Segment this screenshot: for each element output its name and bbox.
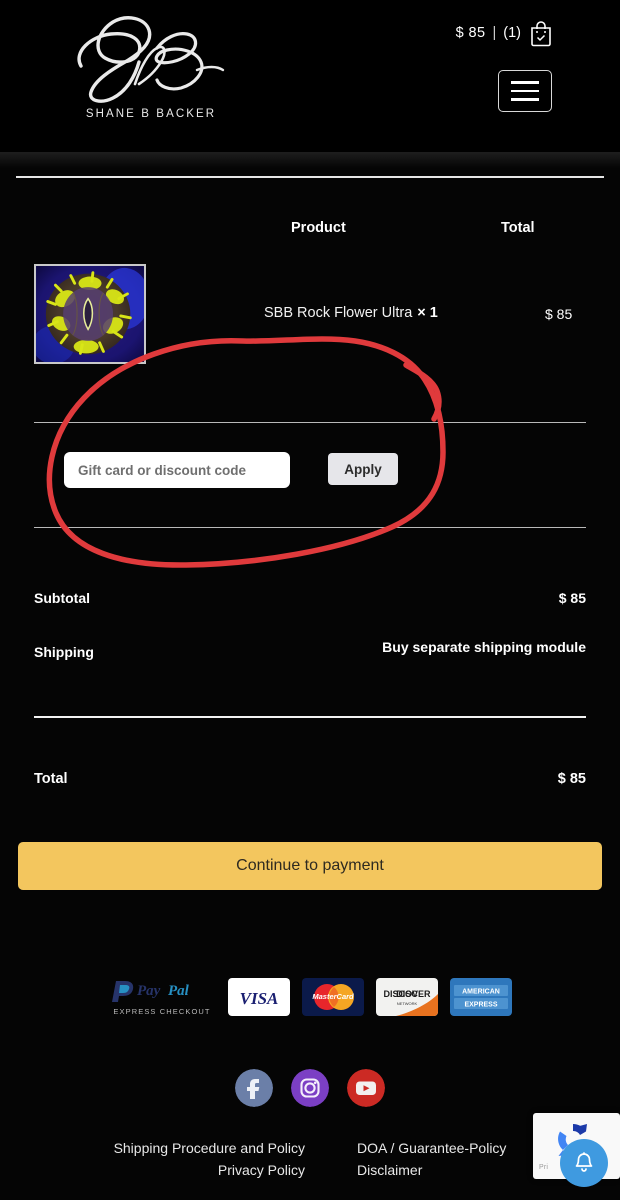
sbb-monogram-icon (77, 16, 225, 103)
discover-card-badge: DISC DISCOVER NETWORK (376, 978, 438, 1016)
shipping-label: Shipping (34, 644, 94, 660)
paypal-sublabel: EXPRESS CHECKOUT (113, 1007, 211, 1016)
youtube-link[interactable] (347, 1069, 385, 1107)
footer-column-right: DOA / Guarantee-Policy Disclaimer (357, 1140, 506, 1178)
paypal-express-checkout-badge[interactable]: Pay Pal EXPRESS CHECKOUT (108, 978, 216, 1016)
cart-summary[interactable]: $ 85 | (1) (456, 19, 554, 47)
paypal-icon: Pay Pal (112, 981, 190, 1002)
instagram-link[interactable] (291, 1069, 329, 1107)
total-label: Total (34, 771, 68, 787)
svg-text:NETWORK: NETWORK (397, 1001, 418, 1006)
menu-line-1 (511, 81, 539, 84)
cart-count: (1) (503, 25, 521, 41)
footer-link-shipping-policy[interactable]: Shipping Procedure and Policy (114, 1140, 305, 1156)
discount-code-input[interactable] (64, 452, 290, 488)
facebook-icon (235, 1069, 273, 1107)
subtotal-label: Subtotal (34, 590, 90, 606)
recaptcha-label: Pri (539, 1164, 549, 1171)
column-header-product: Product (291, 220, 346, 236)
subtotal-value: $ 85 (558, 590, 586, 606)
coral-product-thumbnail (36, 266, 144, 362)
logo-wordmark: SHANE B BACKER (85, 108, 217, 120)
cart-item-title: SBB Rock Flower Ultra (264, 305, 413, 321)
footer-link-disclaimer[interactable]: Disclaimer (357, 1162, 506, 1178)
cart-item-total: $ 85 (545, 306, 573, 322)
footer-links: Shipping Procedure and Policy Privacy Po… (0, 1140, 620, 1178)
amex-card-badge: AMERICAN EXPRESS (450, 978, 512, 1016)
mastercard-card-badge: MasterCard (302, 978, 364, 1016)
footer-link-privacy-policy[interactable]: Privacy Policy (114, 1162, 305, 1178)
notification-bell-button[interactable] (560, 1139, 608, 1187)
shipping-value: Buy separate shipping module (382, 639, 586, 655)
continue-to-payment-button[interactable]: Continue to payment (18, 842, 602, 890)
svg-text:AMERICAN: AMERICAN (462, 989, 500, 996)
shopping-bag-icon (531, 21, 551, 47)
product-thumbnail[interactable] (34, 264, 146, 364)
red-circle-annotation (46, 336, 446, 568)
cart-amount: $ 85 (455, 25, 486, 41)
footer-column-left: Shipping Procedure and Policy Privacy Po… (114, 1140, 305, 1178)
svg-text:DISCOVER: DISCOVER (383, 989, 431, 999)
header-shadow (0, 152, 620, 168)
column-header-total: Total (501, 220, 535, 236)
svg-text:Pal: Pal (168, 983, 190, 999)
footer-link-doa-guarantee-policy[interactable]: DOA / Guarantee-Policy (357, 1140, 506, 1156)
cart-divider-upper (34, 422, 586, 423)
youtube-icon (347, 1069, 385, 1107)
total-value: $ 85 (557, 771, 586, 787)
instagram-icon (291, 1069, 329, 1107)
visa-card-badge: VISA (228, 978, 290, 1016)
menu-line-3 (511, 98, 539, 101)
site-header: SHANE B BACKER $ 85 | (1) (0, 0, 620, 152)
cart-item-quantity: × 1 (417, 305, 438, 321)
facebook-link[interactable] (235, 1069, 273, 1107)
top-divider (16, 176, 604, 178)
payment-methods-row: Pay Pal EXPRESS CHECKOUT VISA MasterCard… (0, 978, 620, 1016)
menu-line-2 (511, 89, 539, 93)
cart-item-name: SBB Rock Flower Ultra × 1 (264, 305, 438, 321)
social-links-row (0, 1069, 620, 1107)
cart-separator: | (492, 25, 497, 41)
hamburger-menu-icon[interactable] (498, 70, 552, 112)
svg-text:VISA: VISA (240, 989, 279, 1008)
site-logo[interactable]: SHANE B BACKER (56, 8, 246, 138)
svg-text:EXPRESS: EXPRESS (464, 1002, 497, 1009)
apply-discount-button[interactable]: Apply (328, 453, 398, 485)
totals-divider (34, 716, 586, 718)
bell-icon (575, 1152, 593, 1172)
cart-divider-lower (34, 527, 586, 528)
svg-text:Pay: Pay (137, 983, 161, 999)
svg-text:MasterCard: MasterCard (312, 992, 354, 1001)
checkout-cart-page: SHANE B BACKER $ 85 | (1) Product Total (0, 0, 620, 1200)
